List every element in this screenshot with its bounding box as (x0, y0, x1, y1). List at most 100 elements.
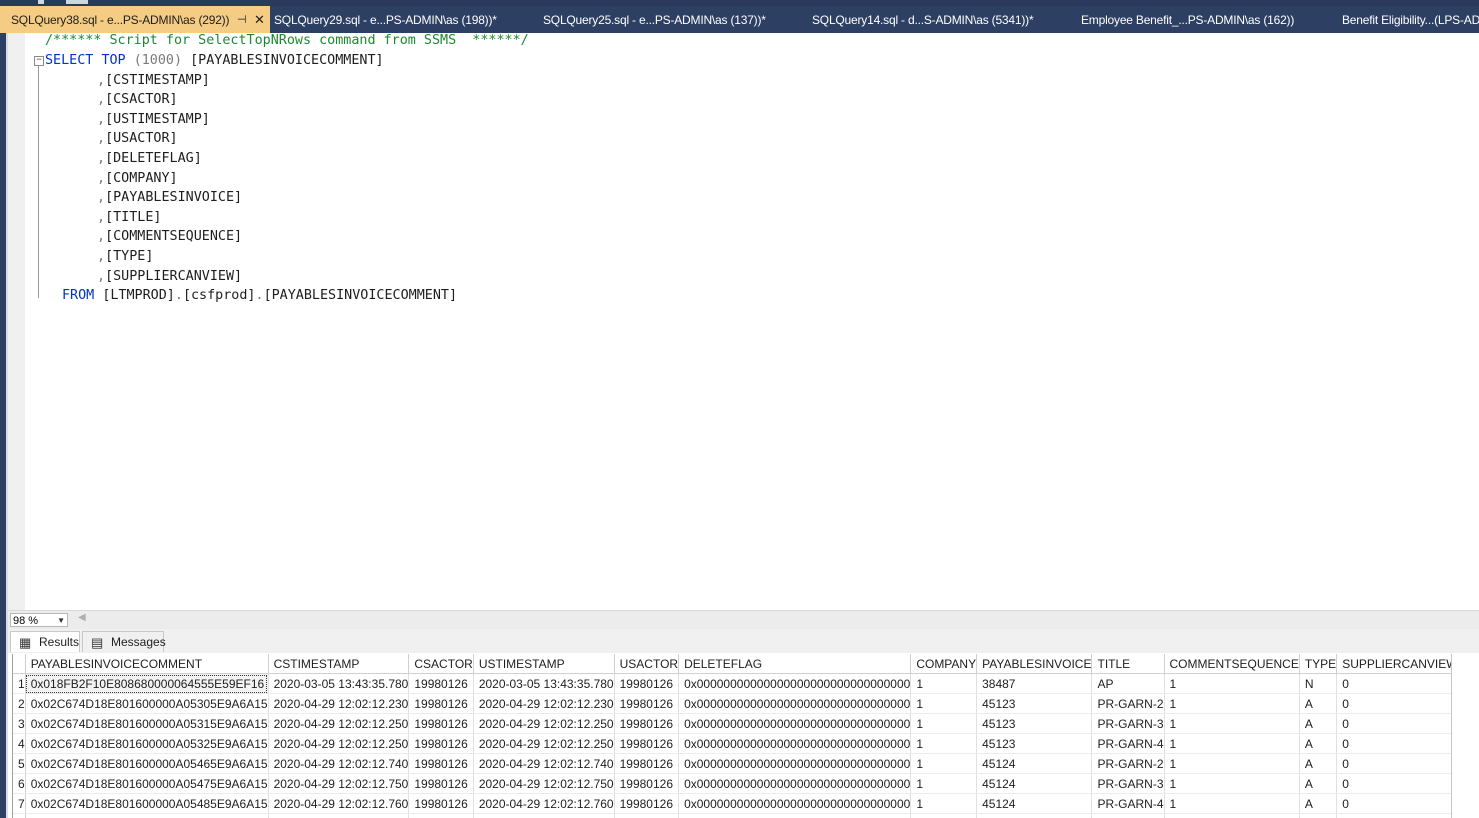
pin-icon[interactable]: ⊣ (237, 6, 247, 33)
table-row[interactable]: 5 0x02C674D18E801600000A05465E9A6A15 2020-… (13, 753, 1452, 774)
grid-cell[interactable]: 19980126 (408, 753, 474, 774)
grid-cell[interactable]: 1 (910, 713, 978, 734)
grid-cell[interactable]: PR-GARN-3 (1091, 713, 1165, 734)
grid-cell[interactable]: 0x00000000000000000000000000000000 (678, 673, 912, 694)
close-icon[interactable]: ✕ (254, 6, 265, 33)
grid-cell[interactable]: PR-GARN-4 (1091, 733, 1165, 754)
grid-cell[interactable]: PR-GARN-2 (1091, 693, 1165, 714)
tab-sqlquery38[interactable]: SQLQuery38.sql - e...PS-ADMIN\as (292)) … (0, 6, 270, 33)
grid-cell[interactable]: 2020-04-29 12:02:12.250 (268, 713, 410, 734)
grid-cell[interactable]: 0x00000000000000000000000000000000 (678, 753, 912, 774)
tab-sqlquery14[interactable]: SQLQuery14.sql - d...S-ADMIN\as (5341))* (812, 6, 1034, 33)
results-grid[interactable]: PAYABLESINVOICECOMMENT CSTIMESTAMP CSACT… (12, 654, 1452, 818)
column-header[interactable]: PAYABLESINVOICECOMMENT (25, 654, 269, 674)
column-header[interactable]: PAYABLESINVOICE (976, 654, 1093, 674)
grid-cell[interactable]: 1 (910, 733, 978, 754)
grid-cell[interactable]: 19980126 (408, 673, 474, 694)
grid-cell[interactable]: 2020-04-29 12:02:13.140 (268, 813, 410, 818)
grid-cell[interactable]: 19980126 (408, 693, 474, 714)
grid-cell[interactable]: 0x02C674D18E801600000A05545E9A6A15 (25, 813, 269, 818)
grid-cell[interactable]: 0x02C674D18E801600000A05475E9A6A15 (25, 773, 269, 794)
grid-cell[interactable]: 1 (1164, 733, 1300, 754)
grid-cell[interactable]: 45123 (976, 713, 1093, 734)
grid-cell[interactable]: 0x00000000000000000000000000000000 (678, 713, 912, 734)
grid-cell[interactable]: 0x00000000000000000000000000000000 (678, 793, 912, 814)
grid-cell[interactable]: 19980126 (614, 753, 680, 774)
row-number[interactable]: 8 (13, 813, 26, 818)
grid-cell[interactable]: 2020-04-29 12:02:12.750 (473, 773, 615, 794)
column-header[interactable]: TITLE (1091, 654, 1165, 674)
grid-cell[interactable]: PR-GARN-2 (1091, 753, 1165, 774)
grid-cell[interactable]: 45123 (976, 693, 1093, 714)
row-number[interactable]: 5 (13, 753, 26, 774)
grid-cell[interactable]: 1 (910, 793, 978, 814)
grid-cell[interactable]: A (1299, 733, 1338, 754)
grid-cell[interactable]: 2020-04-29 12:02:12.250 (268, 733, 410, 754)
grid-cell[interactable]: 1 (910, 693, 978, 714)
grid-cell[interactable]: 45125 (976, 813, 1093, 818)
tab-employee-benefit[interactable]: Employee Benefit_...PS-ADMIN\as (162)) (1081, 6, 1294, 33)
tab-results[interactable]: ▦ Results (10, 631, 80, 652)
grid-cell[interactable]: 2020-04-29 12:02:12.740 (473, 753, 615, 774)
grid-cell[interactable]: 2020-03-05 13:43:35.780 (268, 673, 410, 694)
grid-cell[interactable]: 1 (1164, 693, 1300, 714)
grid-cell[interactable]: 0x02C674D18E801600000A05325E9A6A15 (25, 733, 269, 754)
row-number[interactable]: 2 (13, 693, 26, 714)
grid-cell[interactable]: A (1299, 773, 1338, 794)
grid-cell[interactable]: 2020-04-29 12:02:12.750 (268, 773, 410, 794)
grid-cell[interactable]: 19980126 (408, 793, 474, 814)
row-number[interactable]: 3 (13, 713, 26, 734)
collapse-icon[interactable]: − (34, 56, 44, 66)
grid-cell[interactable]: 0x00000000000000000000000000000000 (678, 693, 912, 714)
grid-cell[interactable]: 2020-04-29 12:02:12.740 (268, 753, 410, 774)
grid-cell[interactable]: 2020-04-29 12:02:12.250 (473, 713, 615, 734)
grid-cell[interactable]: 2020-04-29 12:02:13.140 (473, 813, 615, 818)
grid-cell[interactable]: 45124 (976, 793, 1093, 814)
grid-cell[interactable]: 0x02C674D18E801600000A05465E9A6A15 (25, 753, 269, 774)
grid-cell[interactable]: 1 (1164, 793, 1300, 814)
grid-cell[interactable]: 2020-04-29 12:02:12.230 (268, 693, 410, 714)
grid-cell[interactable]: 0 (1336, 813, 1452, 818)
row-number[interactable]: 6 (13, 773, 26, 794)
grid-cell[interactable]: 19980126 (408, 733, 474, 754)
grid-cell[interactable]: 45124 (976, 773, 1093, 794)
grid-cell[interactable]: 19980126 (614, 693, 680, 714)
tab-sqlquery29[interactable]: SQLQuery29.sql - e...PS-ADMIN\as (198))* (274, 6, 497, 33)
grid-cell[interactable]: 45123 (976, 733, 1093, 754)
tab-messages[interactable]: ▤ Messages (82, 631, 166, 652)
column-header[interactable]: USTIMESTAMP (473, 654, 615, 674)
grid-cell[interactable]: 19980126 (614, 813, 680, 818)
grid-cell[interactable]: A (1299, 753, 1338, 774)
grid-cell[interactable]: 38487 (976, 673, 1093, 694)
column-header[interactable]: TYPE (1299, 654, 1338, 674)
tab-benefit-eligibility[interactable]: Benefit Eligibility...(LPS-ADMIN (1342, 6, 1479, 33)
table-row[interactable]: 7 0x02C674D18E801600000A05485E9A6A15 2020-… (13, 793, 1452, 814)
column-header[interactable]: DELETEFLAG (678, 654, 912, 674)
grid-cell[interactable]: 0 (1336, 793, 1452, 814)
grid-cell[interactable]: 0x00000000000000000000000000000000 (678, 733, 912, 754)
grid-cell[interactable]: 1 (1164, 813, 1300, 818)
row-number[interactable]: 4 (13, 733, 26, 754)
grid-cell[interactable]: 0 (1336, 733, 1452, 754)
grid-cell[interactable]: 0 (1336, 713, 1452, 734)
column-header[interactable]: CSTIMESTAMP (268, 654, 410, 674)
grid-cell[interactable]: PR-GARN-4 (1091, 793, 1165, 814)
table-row[interactable]: 80x02C674D18E801600000A05545E9A6A152020-… (13, 813, 1452, 818)
scroll-left-icon[interactable]: ◀ (78, 612, 86, 623)
grid-cell[interactable]: 19980126 (614, 713, 680, 734)
grid-cell[interactable]: 2020-04-29 12:02:12.760 (268, 793, 410, 814)
row-number-header[interactable] (13, 654, 26, 674)
grid-cell[interactable]: 0x00000000000000000000000000000000 (678, 773, 912, 794)
grid-cell[interactable]: 1 (1164, 773, 1300, 794)
grid-cell[interactable]: PR-GARN-3 (1091, 773, 1165, 794)
grid-cell[interactable]: A (1299, 813, 1338, 818)
grid-cell[interactable]: 19980126 (614, 773, 680, 794)
grid-cell[interactable]: A (1299, 793, 1338, 814)
grid-cell[interactable]: PR-GARN-2 (1091, 813, 1165, 818)
grid-cell[interactable]: A (1299, 713, 1338, 734)
table-row[interactable]: 6 0x02C674D18E801600000A05475E9A6A15 2020-… (13, 773, 1452, 794)
zoom-select[interactable]: 98 % ▼ (10, 613, 68, 627)
grid-cell[interactable]: 0x00000000000000000000000000000000 (678, 813, 912, 818)
column-header[interactable]: USACTOR (614, 654, 680, 674)
grid-cell[interactable]: 0 (1336, 673, 1452, 694)
